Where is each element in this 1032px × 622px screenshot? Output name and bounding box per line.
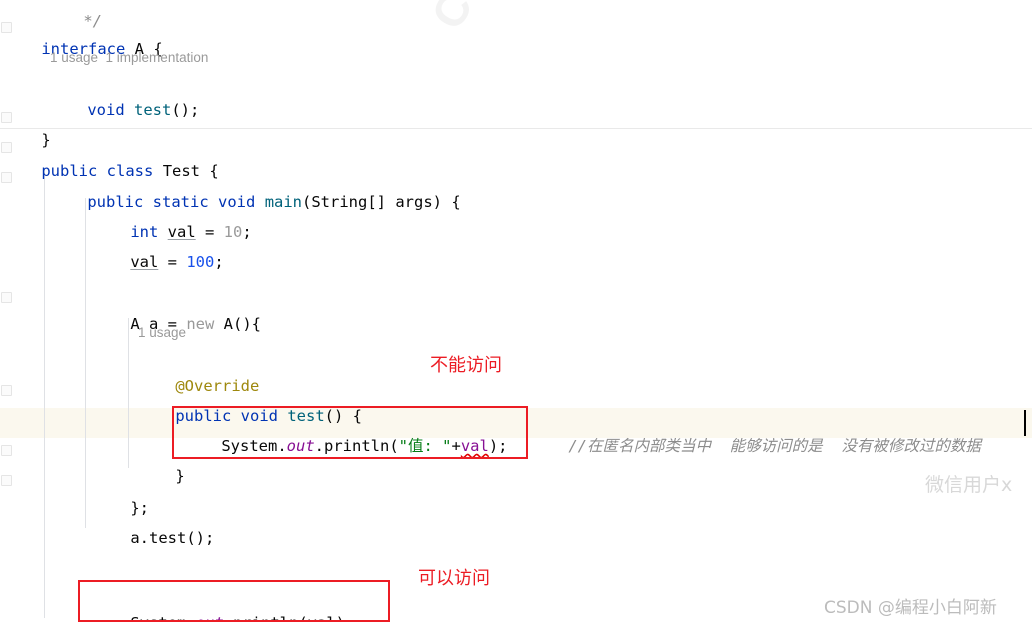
- code-editor[interactable]: CSDN @CRUIRY */ interface A { 1 usage 1 …: [0, 0, 1032, 622]
- red-box-inner-println: [172, 406, 528, 459]
- fold-marker-icon[interactable]: [1, 475, 12, 486]
- inlay-hint-usage-implementation[interactable]: 1 usage 1 implementation: [50, 47, 208, 69]
- fold-marker-icon[interactable]: [1, 292, 12, 303]
- csdn-credit-watermark: CSDN @编程小白阿新: [824, 598, 997, 618]
- comment-text: //在匿名内部类当中 能够访问的是 没有被修改过的数据: [568, 437, 981, 455]
- code-line-a-test-call[interactable]: a.test();: [93, 505, 214, 571]
- semicolon: ;: [214, 253, 224, 271]
- brace-close: }: [175, 467, 185, 485]
- semicolon: ;: [242, 223, 252, 241]
- text-caret: [1024, 410, 1026, 436]
- editor-gutter[interactable]: [0, 0, 14, 622]
- inline-comment-anon-access[interactable]: //在匿名内部类当中 能够访问的是 没有被修改过的数据: [531, 413, 981, 479]
- method-name-test: test: [134, 101, 172, 119]
- main-parameters: (String[] args) {: [302, 193, 461, 211]
- indent-guide: [85, 198, 86, 528]
- anon-decl-tail: A(){: [214, 315, 261, 333]
- red-box-outer-println: [78, 580, 390, 622]
- parens-semicolon: ();: [171, 101, 200, 119]
- number-10: 10: [223, 223, 243, 241]
- inlay-hint-usage[interactable]: 1 usage: [138, 322, 186, 344]
- fold-marker-icon[interactable]: [1, 445, 12, 456]
- indent-guide: [44, 168, 45, 618]
- code-line-void-test[interactable]: void test();: [50, 77, 199, 143]
- fold-marker-icon[interactable]: [1, 385, 12, 396]
- variable-val: val: [130, 253, 159, 271]
- method-name-main: main: [264, 193, 303, 211]
- annotation-cannot-access: 不能访问: [430, 355, 502, 376]
- keyword-new: new: [186, 315, 215, 333]
- a-test-call-token: a.test();: [130, 529, 215, 547]
- code-line-val-100[interactable]: val = 100;: [93, 229, 224, 295]
- assign-operator: =: [158, 253, 187, 271]
- annotation-can-access: 可以访问: [418, 568, 490, 589]
- diagonal-watermark: CSDN @CRUIRY: [420, 0, 671, 39]
- keyword-void: void: [87, 101, 125, 119]
- number-100: 100: [186, 253, 215, 271]
